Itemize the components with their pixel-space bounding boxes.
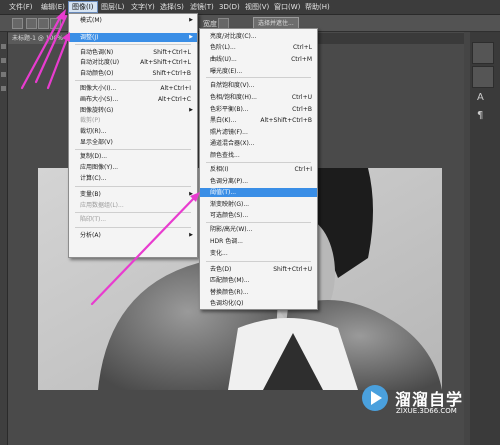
annotation-arrows bbox=[20, 9, 200, 306]
arrow-to-adjust bbox=[46, 34, 70, 90]
arrow-to-image-menu bbox=[20, 12, 64, 90]
watermark-logo-icon bbox=[362, 385, 388, 411]
arrow-to-image-menu-2 bbox=[34, 14, 68, 84]
arrow-to-threshold bbox=[90, 194, 198, 306]
watermark-url: ZIXUE.3D66.COM bbox=[396, 407, 457, 415]
